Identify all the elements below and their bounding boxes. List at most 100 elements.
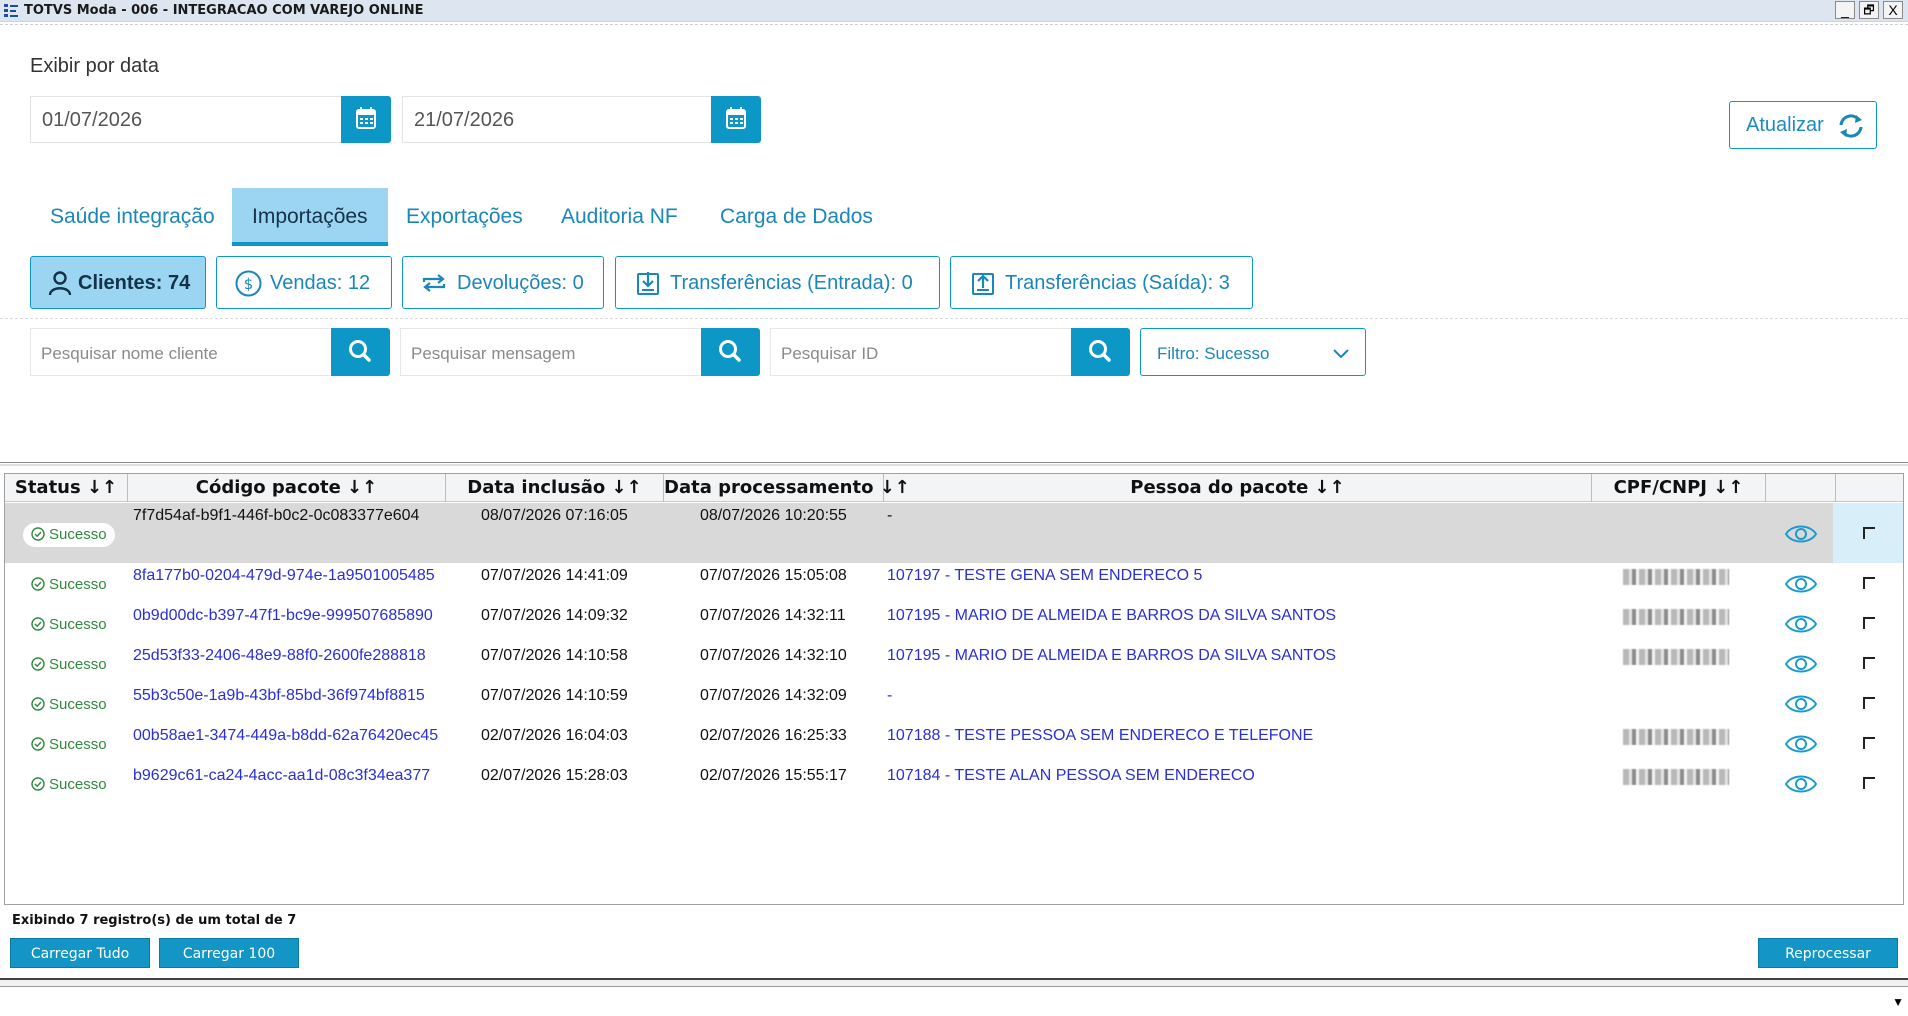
search-id-placeholder: Pesquisar ID: [781, 344, 879, 363]
package-code[interactable]: 55b3c50e-1a9b-43bf-85bd-36f974bf8815: [133, 687, 425, 705]
tab-importacoes[interactable]: Importações: [232, 188, 388, 246]
check-circle-icon: [31, 527, 45, 541]
table-row[interactable]: Sucesso 55b3c50e-1a9b-43bf-85bd-36f974bf8…: [5, 683, 1903, 723]
close-button[interactable]: X: [1883, 1, 1903, 19]
search-client-button[interactable]: [331, 328, 390, 376]
eye-icon[interactable]: [1784, 771, 1818, 797]
date-to-field[interactable]: 21/07/2026: [402, 96, 712, 143]
chip-clientes[interactable]: Clientes: 74: [30, 256, 206, 309]
cpf-cnpj-redacted: [1623, 729, 1729, 745]
table-row[interactable]: Sucesso b9629c61-ca24-4acc-aa1d-08c3f34ea…: [5, 763, 1903, 803]
column-header-select: [1836, 474, 1903, 502]
status-bar-combo[interactable]: ▼: [0, 986, 1908, 1016]
search-id-button[interactable]: [1071, 328, 1130, 376]
chip-clientes-label: Clientes: 74: [78, 272, 191, 294]
chip-devolucoes[interactable]: Devoluções: 0: [402, 256, 604, 309]
status-badge: Sucesso: [23, 653, 115, 677]
records-summary: Exibindo 7 registro(s) de um total de 7: [12, 913, 297, 928]
status-badge: Sucesso: [23, 693, 115, 717]
package-person[interactable]: 107195 - MARIO DE ALMEIDA E BARROS DA SI…: [887, 647, 1336, 665]
package-person[interactable]: 107195 - MARIO DE ALMEIDA E BARROS DA SI…: [887, 607, 1336, 625]
search-message-button[interactable]: [701, 328, 760, 376]
row-checkbox[interactable]: [1863, 617, 1875, 629]
eye-icon[interactable]: [1784, 651, 1818, 677]
table-row[interactable]: Sucesso 0b9d00dc-b397-47f1-bc9e-999507685…: [5, 603, 1903, 643]
refresh-button[interactable]: Atualizar: [1729, 101, 1877, 149]
column-header-data-processamento[interactable]: Data processamento ↓↑: [664, 474, 910, 502]
reprocess-button[interactable]: Reprocessar: [1758, 938, 1898, 968]
column-header-data-inclusao[interactable]: Data inclusão ↓↑: [446, 474, 664, 502]
package-person[interactable]: 107184 - TESTE ALAN PESSOA SEM ENDERECO: [887, 767, 1255, 785]
date-from-field[interactable]: 01/07/2026: [30, 96, 342, 143]
status-badge: Sucesso: [23, 523, 115, 547]
package-person[interactable]: 107188 - TESTE PESSOA SEM ENDERECO E TEL…: [887, 727, 1313, 745]
tab-saude-integracao[interactable]: Saúde integração: [30, 188, 230, 246]
minimize-button[interactable]: _: [1835, 1, 1855, 19]
column-header-status[interactable]: Status ↓↑: [5, 474, 128, 502]
date-from-calendar-button[interactable]: [341, 96, 391, 143]
tab-label: Carga de Dados: [720, 205, 873, 228]
package-code[interactable]: 00b58ae1-3474-449a-b8dd-62a76420ec45: [133, 727, 438, 745]
calendar-icon: [726, 107, 746, 129]
grid-splitter[interactable]: [0, 462, 1908, 466]
restore-button[interactable]: 🗗: [1859, 1, 1879, 19]
search-message-input[interactable]: Pesquisar mensagem: [400, 328, 702, 376]
chip-transferencias-entrada-label: Transferências (Entrada): 0: [670, 272, 913, 294]
tab-exportacoes[interactable]: Exportações: [406, 188, 546, 246]
load-100-button[interactable]: Carregar 100: [159, 938, 299, 968]
eye-icon[interactable]: [1784, 521, 1818, 547]
package-person[interactable]: -: [887, 507, 892, 525]
table-row[interactable]: Sucesso 8fa177b0-0204-479d-974e-1a9501005…: [5, 563, 1903, 603]
package-code[interactable]: 0b9d00dc-b397-47f1-bc9e-999507685890: [133, 607, 433, 625]
column-header-cpf-cnpj[interactable]: CPF/CNPJ ↓↑: [1592, 474, 1766, 502]
status-badge: Sucesso: [23, 733, 115, 757]
date-to-value: 21/07/2026: [414, 109, 515, 131]
chip-transferencias-saida[interactable]: Transferências (Saída): 3: [950, 256, 1253, 309]
tab-label: Importações: [252, 205, 368, 228]
package-code[interactable]: 25d53f33-2406-48e9-88f0-2600fe288818: [133, 647, 426, 665]
package-code[interactable]: 8fa177b0-0204-479d-974e-1a9501005485: [133, 567, 435, 585]
chip-vendas[interactable]: $ Vendas: 12: [216, 256, 392, 309]
row-checkbox[interactable]: [1863, 657, 1875, 669]
row-checkbox[interactable]: [1863, 527, 1875, 539]
tab-carga-de-dados[interactable]: Carga de Dados: [720, 188, 890, 246]
date-to-calendar-button[interactable]: [711, 96, 761, 143]
package-code[interactable]: b9629c61-ca24-4acc-aa1d-08c3f34ea377: [133, 767, 430, 785]
calendar-icon: [356, 107, 376, 129]
column-header-pessoa[interactable]: Pessoa do pacote ↓↑: [884, 474, 1592, 502]
tab-auditoria-nf[interactable]: Auditoria NF: [561, 188, 701, 246]
eye-icon[interactable]: [1784, 611, 1818, 637]
table-row[interactable]: Sucesso 7f7d54af-b9f1-446f-b0c2-0c083377e…: [5, 503, 1903, 563]
search-id-input[interactable]: Pesquisar ID: [770, 328, 1072, 376]
check-circle-icon: [31, 617, 45, 631]
eye-icon[interactable]: [1784, 571, 1818, 597]
package-person[interactable]: -: [887, 687, 892, 705]
status-filter-select[interactable]: Filtro: Sucesso: [1140, 328, 1366, 376]
row-checkbox[interactable]: [1863, 777, 1875, 789]
row-checkbox[interactable]: [1863, 697, 1875, 709]
tab-label: Auditoria NF: [561, 205, 678, 228]
table-row[interactable]: Sucesso 00b58ae1-3474-449a-b8dd-62a76420e…: [5, 723, 1903, 763]
search-client-input[interactable]: Pesquisar nome cliente: [30, 328, 332, 376]
column-header-codigo[interactable]: Código pacote ↓↑: [128, 474, 446, 502]
package-person[interactable]: 107197 - TESTE GENA SEM ENDERECO 5: [887, 567, 1202, 585]
status-text: Sucesso: [49, 696, 107, 713]
search-icon: [719, 340, 741, 362]
load-all-button[interactable]: Carregar Tudo: [10, 938, 150, 968]
chevron-down-icon[interactable]: ▼: [1892, 995, 1904, 1009]
app-icon: [4, 4, 18, 17]
package-code[interactable]: 7f7d54af-b9f1-446f-b0c2-0c083377e604: [133, 507, 419, 525]
check-circle-icon: [31, 697, 45, 711]
chip-transferencias-entrada[interactable]: Transferências (Entrada): 0: [615, 256, 940, 309]
date-filter-label: Exibir por data: [30, 55, 159, 77]
row-checkbox[interactable]: [1863, 737, 1875, 749]
status-text: Sucesso: [49, 616, 107, 633]
status-badge: Sucesso: [23, 773, 115, 797]
search-client-placeholder: Pesquisar nome cliente: [41, 344, 218, 363]
table-row[interactable]: Sucesso 25d53f33-2406-48e9-88f0-2600fe288…: [5, 643, 1903, 683]
inclusion-date: 02/07/2026 16:04:03: [481, 727, 628, 744]
row-checkbox[interactable]: [1863, 577, 1875, 589]
eye-icon[interactable]: [1784, 691, 1818, 717]
cpf-cnpj-redacted: [1623, 649, 1729, 665]
eye-icon[interactable]: [1784, 731, 1818, 757]
